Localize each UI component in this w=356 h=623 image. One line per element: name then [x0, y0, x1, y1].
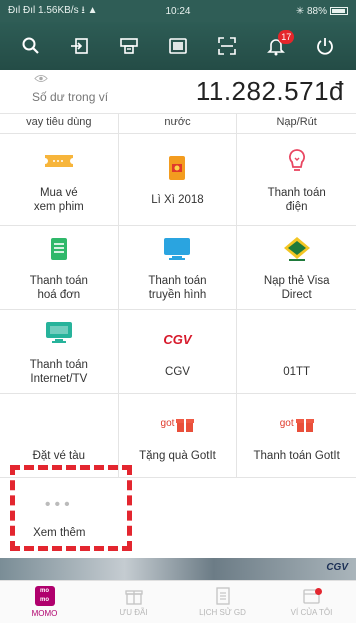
search-button[interactable] — [11, 26, 51, 66]
service-label: vay tiêu dùng — [26, 116, 92, 128]
new-indicator-dot — [315, 588, 323, 595]
service-dat-ve-tau[interactable]: Đặt vé tàu — [0, 394, 119, 478]
service-nap-rut[interactable]: Nạp/Rút — [237, 114, 356, 134]
notification-button[interactable]: 17 — [256, 26, 296, 66]
battery-percent: ✳ 88% — [295, 5, 327, 17]
service-label-line1: Thanh toán GotIt — [253, 449, 340, 462]
empty-cell — [119, 478, 238, 558]
nav-uu-dai[interactable]: ƯU ĐÃI — [89, 581, 178, 623]
service-label-line2: xem phim — [33, 200, 84, 213]
nav-label: VÍ CỦA TÔI — [290, 608, 333, 617]
gotit-logo-text: got — [160, 418, 175, 429]
nav-momo[interactable]: mo mo MOMO — [0, 581, 89, 623]
service-thanh-toan-truyen-hinh[interactable]: Thanh toán truyền hình — [118, 226, 238, 310]
scan-qr-button[interactable] — [207, 26, 247, 66]
battery-status: ✳ 88% — [235, 6, 348, 17]
wallet-card-button[interactable] — [158, 26, 198, 66]
scan-qr-icon — [218, 37, 236, 55]
service-li-xi-2018[interactable]: Lì Xì 2018 — [118, 134, 238, 226]
service-mua-ve-xem-phim[interactable]: Mua vé xem phim — [0, 134, 119, 226]
balance-label: Số dư trong ví — [32, 90, 109, 104]
lucky-money-icon — [169, 155, 186, 180]
service-label-line2: hoá đơn — [37, 288, 81, 301]
service-label-line2: truyền hình — [148, 288, 207, 301]
top-toolbar: 17 — [0, 22, 356, 70]
service-label-line1: Thanh toán — [267, 186, 326, 199]
history-icon — [215, 587, 230, 605]
service-label-line1: Mua vé — [39, 186, 78, 199]
service-label-line1: Lì Xì 2018 — [151, 193, 204, 206]
service-vay-tieu-dung[interactable]: vay tiêu dùng — [0, 114, 119, 134]
visa-direct-icon — [283, 236, 310, 261]
bill-icon — [50, 237, 67, 260]
service-thanh-toan-hoa-don[interactable]: Thanh toán hoá đơn — [0, 226, 119, 310]
service-label-line1: Tặng quà GotIt — [139, 449, 216, 462]
momo-logo-text-top: mo — [40, 588, 49, 594]
power-icon — [317, 38, 334, 55]
service-label-line2: Internet/TV — [30, 372, 88, 385]
service-label-line1: 01TT — [283, 365, 311, 378]
nav-label: LỊCH SỬ GD — [199, 608, 246, 617]
battery-icon — [329, 6, 348, 15]
service-thanh-toan-gotit[interactable]: got Thanh toán GotIt — [237, 394, 356, 478]
search-icon — [22, 37, 39, 54]
service-cgv[interactable]: CGV CGV — [118, 310, 238, 394]
service-label-line2: điện — [285, 200, 308, 213]
nav-vi-cua-toi[interactable]: VÍ CỦA TÔI — [267, 581, 356, 623]
service-label-line1: Nạp thẻ Visa — [263, 274, 330, 287]
momo-logo-text-bottom: mo — [40, 597, 49, 603]
service-nap-the-visa-direct[interactable]: Nạp thẻ Visa Direct — [237, 226, 356, 310]
service-thanh-toan-internet-tv[interactable]: Thanh toán Internet/TV — [0, 310, 119, 394]
momo-logo-icon: mo mo — [34, 586, 55, 606]
balance-panel: Số dư trong ví 11.282.571đ — [0, 70, 356, 114]
signal-network-status: Đıl Đıl 1.56KB/s ⭳ ▲ — [8, 4, 98, 16]
withdraw-icon — [120, 38, 138, 54]
view-more-label: Xem thêm — [33, 527, 86, 539]
gotit-gift-icon: got — [161, 415, 195, 433]
movie-ticket-icon — [43, 154, 74, 167]
tv-icon — [164, 237, 191, 260]
balance-amount: 11.282.571đ — [195, 76, 344, 106]
transfer-in-icon — [70, 38, 88, 54]
transfer-in-button[interactable] — [60, 26, 100, 66]
gotit-logo-text: got — [279, 418, 294, 429]
gift-icon — [124, 590, 143, 605]
status-bar: Đıl Đıl 1.56KB/s ⭳ ▲ 10:24 ✳ 88% — [0, 0, 356, 22]
nav-lich-su-gd[interactable]: LỊCH SỬ GD — [178, 581, 267, 623]
service-01tt[interactable]: 01TT — [237, 310, 356, 394]
eye-icon[interactable] — [34, 74, 48, 86]
bottom-navigation: mo mo MOMO ƯU ĐÃI LỊCH SỬ GD VÍ CỦA TÔI — [0, 580, 356, 623]
lightbulb-icon — [288, 148, 305, 171]
cgv-logo-icon: CGV — [163, 332, 192, 347]
empty-cell — [237, 478, 356, 558]
banner-brand: CGV — [326, 562, 348, 573]
wallet-card-icon — [169, 38, 187, 54]
service-label-line1: CGV — [165, 365, 190, 378]
withdraw-button[interactable] — [109, 26, 149, 66]
service-grid: vay tiêu dùng nước Nạp/Rút Mua vé xem phi… — [0, 114, 356, 558]
gotit-gift-icon: got — [280, 415, 314, 433]
service-label: nước — [164, 116, 191, 128]
service-nuoc[interactable]: nước — [118, 114, 238, 134]
power-button[interactable] — [305, 26, 345, 66]
nav-label: MOMO — [31, 609, 58, 618]
clock: 10:24 — [165, 5, 191, 17]
notification-count-badge: 17 — [278, 30, 295, 44]
service-label-line1: Thanh toán — [29, 358, 88, 371]
service-label-line1: Đặt vé tàu — [32, 449, 86, 462]
nav-label: ƯU ĐÃI — [119, 608, 148, 617]
internet-monitor-icon — [45, 321, 72, 343]
service-tang-qua-gotit[interactable]: got Tặng quà GotIt — [118, 394, 238, 478]
more-dots-icon: ••• — [44, 496, 74, 513]
service-thanh-toan-dien[interactable]: Thanh toán điện — [237, 134, 356, 226]
service-label-line1: Thanh toán — [29, 274, 88, 287]
service-label: Nạp/Rút — [276, 116, 317, 128]
service-label-line2: Direct — [281, 288, 312, 301]
service-label-line1: Thanh toán — [148, 274, 207, 287]
view-more-button[interactable]: ••• Xem thêm — [0, 478, 119, 558]
promo-banner[interactable]: CGV — [0, 558, 356, 580]
